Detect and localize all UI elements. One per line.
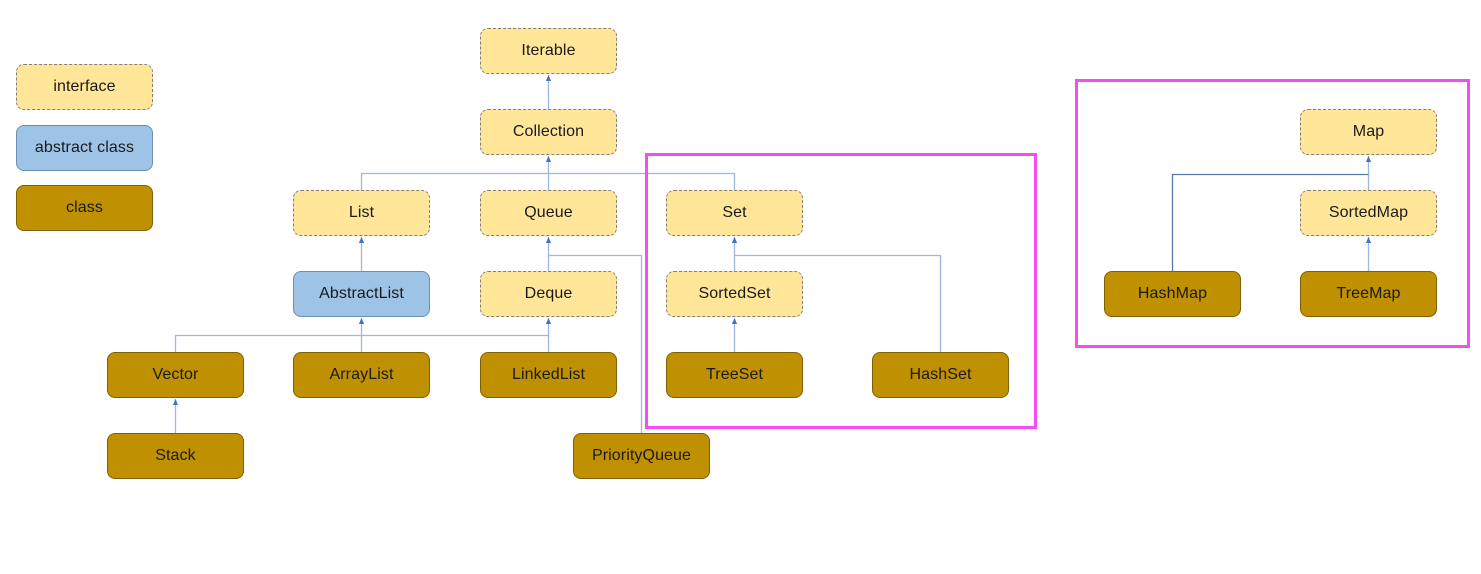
node-list: List	[293, 190, 430, 236]
node-collection: Collection	[480, 109, 617, 155]
node-iterable: Iterable	[480, 28, 617, 74]
node-set: Set	[666, 190, 803, 236]
node-map: Map	[1300, 109, 1437, 155]
node-arraylist: ArrayList	[293, 352, 430, 398]
arrowhead-icon-iterable	[545, 75, 552, 81]
legend-interface: interface	[16, 64, 153, 110]
node-sortedmap: SortedMap	[1300, 190, 1437, 236]
node-vector: Vector	[107, 352, 244, 398]
node-priorityqueue: PriorityQueue	[573, 433, 710, 479]
node-stack: Stack	[107, 433, 244, 479]
node-linkedlist: LinkedList	[480, 352, 617, 398]
diagram-canvas: interface abstract class class Iterable …	[0, 0, 1481, 574]
arrowhead-icon-collection	[545, 156, 552, 162]
node-deque: Deque	[480, 271, 617, 317]
node-hashmap: HashMap	[1104, 271, 1241, 317]
arrowhead-icon-deque	[545, 318, 552, 324]
node-sortedset: SortedSet	[666, 271, 803, 317]
legend-class: class	[16, 185, 153, 231]
arrowhead-icon-abstractlist	[358, 318, 365, 324]
node-queue: Queue	[480, 190, 617, 236]
node-treemap: TreeMap	[1300, 271, 1437, 317]
arrowhead-icon-queue	[545, 237, 552, 243]
node-abstractlist: AbstractList	[293, 271, 430, 317]
arrowhead-icon-list	[358, 237, 365, 243]
node-hashset: HashSet	[872, 352, 1009, 398]
legend-abstract-class: abstract class	[16, 125, 153, 171]
node-treeset: TreeSet	[666, 352, 803, 398]
arrowhead-icon-vector	[172, 399, 179, 405]
